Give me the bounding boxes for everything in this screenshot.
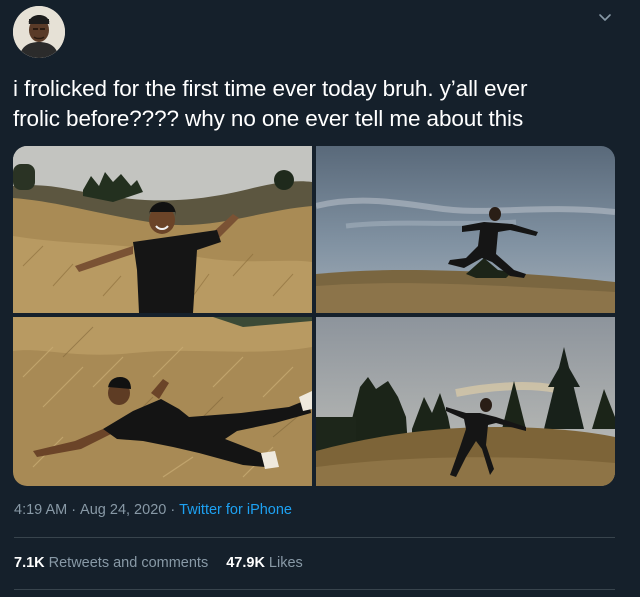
retweets-count: 7.1K: [14, 555, 45, 571]
avatar-image: [13, 6, 65, 58]
tweet-time[interactable]: 4:19 AM: [14, 502, 67, 518]
tweet-text-line-2: frolic before???? why no one ever tell m…: [13, 106, 524, 131]
avatar[interactable]: [13, 6, 65, 58]
retweets-label: Retweets and comments: [48, 555, 209, 571]
divider: [14, 589, 615, 590]
tweet-stats: 7.1K Retweets and comments 47.9K Likes: [14, 555, 303, 571]
tweet-text-line-1: i frolicked for the first time ever toda…: [13, 76, 528, 101]
likes-stat[interactable]: 47.9K Likes: [226, 555, 303, 571]
likes-label: Likes: [268, 555, 303, 571]
meta-separator: ·: [71, 502, 77, 518]
photo-4[interactable]: [316, 317, 615, 486]
retweets-stat[interactable]: 7.1K Retweets and comments: [14, 555, 208, 571]
photo-2[interactable]: [316, 146, 615, 313]
media-grid: [13, 146, 615, 486]
tweet-date[interactable]: Aug 24, 2020: [80, 502, 166, 518]
meta-separator: ·: [170, 502, 176, 518]
likes-count: 47.9K: [226, 555, 265, 571]
chevron-down-icon[interactable]: [596, 9, 614, 27]
divider: [14, 537, 615, 538]
photo-1[interactable]: [13, 146, 312, 313]
tweet-text: i frolicked for the first time ever toda…: [13, 74, 613, 134]
photo-3[interactable]: [13, 317, 312, 486]
tweet-metadata: 4:19 AM · Aug 24, 2020 · Twitter for iPhone: [14, 502, 292, 518]
tweet-source-link[interactable]: Twitter for iPhone: [179, 502, 292, 518]
